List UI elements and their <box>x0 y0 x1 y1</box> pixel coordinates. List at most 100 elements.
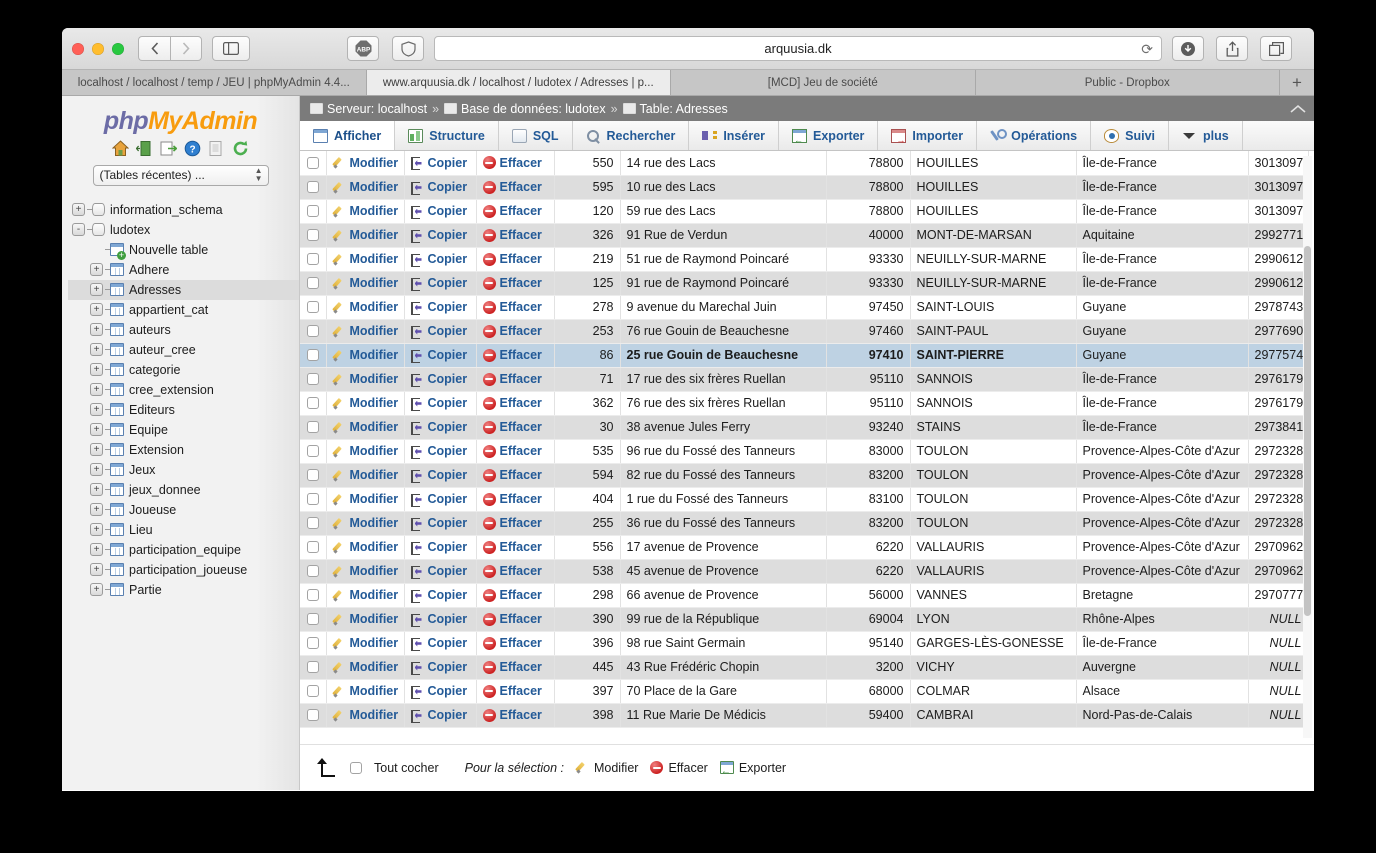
delete-row-cell[interactable]: Effacer <box>476 151 555 176</box>
row-city[interactable]: MONT-DE-MARSAN <box>910 223 1077 248</box>
table-row[interactable]: Modifier Copier Effacer 219 51 rue de Raymon… <box>300 247 1309 272</box>
row-zip[interactable]: 95110 <box>826 391 911 416</box>
nav-tab-structure[interactable]: Structure <box>395 121 499 150</box>
edit-row-cell[interactable]: Modifier <box>326 343 405 368</box>
copy-row-button[interactable]: Copier <box>410 516 470 531</box>
row-zip[interactable]: 78800 <box>826 175 911 200</box>
expand-node-icon[interactable]: + <box>90 483 103 496</box>
row-number[interactable]: 2972328 <box>1248 439 1309 464</box>
row-address[interactable]: 14 rue des Lacs <box>620 151 827 176</box>
edit-row-button[interactable]: Modifier <box>333 156 399 170</box>
row-city[interactable]: TOULON <box>910 511 1077 536</box>
row-number[interactable]: 2990612 <box>1248 247 1309 272</box>
row-address[interactable]: 43 Rue Frédéric Chopin <box>620 655 827 680</box>
copy-row-button[interactable]: Copier <box>410 228 470 243</box>
delete-row-cell[interactable]: Effacer <box>476 295 555 320</box>
delete-row-cell[interactable]: Effacer <box>476 247 555 272</box>
row-city[interactable]: GARGES-LÈS-GONESSE <box>910 631 1077 656</box>
table-row[interactable]: Modifier Copier Effacer 86 25 rue Gouin de B… <box>300 343 1309 368</box>
row-checkbox[interactable] <box>306 253 319 265</box>
delete-row-cell[interactable]: Effacer <box>476 631 555 656</box>
delete-row-cell[interactable]: Effacer <box>476 175 555 200</box>
table-row[interactable]: Modifier Copier Effacer 125 91 rue de Raymon… <box>300 271 1309 296</box>
row-id[interactable]: 398 <box>554 703 621 728</box>
copy-row-button[interactable]: Copier <box>410 396 470 411</box>
copy-row-button[interactable]: Copier <box>410 180 470 195</box>
edit-row-cell[interactable]: Modifier <box>326 583 405 608</box>
table-row[interactable]: Modifier Copier Effacer 255 36 rue du Fossé … <box>300 511 1309 536</box>
row-zip[interactable]: 6220 <box>826 559 911 584</box>
row-checkbox[interactable] <box>306 325 319 337</box>
row-checkbox-cell[interactable] <box>300 703 327 728</box>
expand-node-icon[interactable]: + <box>90 363 103 376</box>
edit-row-button[interactable]: Modifier <box>333 396 399 410</box>
copy-row-cell[interactable]: Copier <box>404 463 477 488</box>
nav-tab-importer[interactable]: Importer <box>878 121 978 150</box>
row-address[interactable]: 45 avenue de Provence <box>620 559 827 584</box>
copy-row-button[interactable]: Copier <box>410 324 470 339</box>
check-all-label[interactable]: Tout cocher <box>374 761 439 775</box>
privacy-shield-button[interactable] <box>392 36 424 61</box>
row-region[interactable]: Île-de-France <box>1076 631 1249 656</box>
sql-query-icon[interactable] <box>160 140 178 157</box>
row-number[interactable]: 3013097 <box>1248 151 1309 176</box>
tree-item-editeurs[interactable]: + Editeurs <box>68 400 299 420</box>
row-number[interactable]: NULL <box>1248 655 1309 680</box>
delete-row-button[interactable]: Effacer <box>482 252 548 266</box>
row-number[interactable]: 2972328 <box>1248 487 1309 512</box>
delete-row-cell[interactable]: Effacer <box>476 391 555 416</box>
row-address[interactable]: 98 rue Saint Germain <box>620 631 827 656</box>
row-number[interactable]: 2990612 <box>1248 271 1309 296</box>
row-checkbox-cell[interactable] <box>300 583 327 608</box>
refresh-icon[interactable] <box>232 140 249 157</box>
copy-row-cell[interactable]: Copier <box>404 607 477 632</box>
row-zip[interactable]: 6220 <box>826 535 911 560</box>
delete-row-button[interactable]: Effacer <box>482 300 548 314</box>
row-id[interactable]: 550 <box>554 151 621 176</box>
copy-row-button[interactable]: Copier <box>410 300 470 315</box>
edit-row-button[interactable]: Modifier <box>333 444 399 458</box>
row-id[interactable]: 255 <box>554 511 621 536</box>
nav-tab-exporter[interactable]: Exporter <box>779 121 879 150</box>
breadcrumb-table[interactable]: Table: Adresses <box>640 102 728 116</box>
check-all-checkbox[interactable] <box>350 761 362 774</box>
row-region[interactable]: Guyane <box>1076 319 1249 344</box>
edit-row-button[interactable]: Modifier <box>333 540 399 554</box>
back-button[interactable] <box>138 36 170 61</box>
row-address[interactable]: 59 rue des Lacs <box>620 199 827 224</box>
expand-node-icon[interactable]: + <box>90 503 103 516</box>
row-address[interactable]: 1 rue du Fossé des Tanneurs <box>620 487 827 512</box>
row-zip[interactable]: 78800 <box>826 151 911 176</box>
edit-row-button[interactable]: Modifier <box>333 636 399 650</box>
row-checkbox[interactable] <box>306 205 319 217</box>
table-row[interactable]: Modifier Copier Effacer 278 9 avenue du Mare… <box>300 295 1309 320</box>
help-icon[interactable]: ? <box>184 140 201 157</box>
row-region[interactable]: Rhône-Alpes <box>1076 607 1249 632</box>
row-id[interactable]: 71 <box>554 367 621 392</box>
row-zip[interactable]: 56000 <box>826 583 911 608</box>
row-city[interactable]: VICHY <box>910 655 1077 680</box>
row-id[interactable]: 556 <box>554 535 621 560</box>
row-number[interactable]: NULL <box>1248 679 1309 704</box>
edit-row-cell[interactable]: Modifier <box>326 415 405 440</box>
edit-row-cell[interactable]: Modifier <box>326 223 405 248</box>
row-region[interactable]: Provence-Alpes-Côte d'Azur <box>1076 559 1249 584</box>
delete-row-button[interactable]: Effacer <box>482 612 548 626</box>
delete-row-cell[interactable]: Effacer <box>476 223 555 248</box>
row-checkbox[interactable] <box>306 709 319 721</box>
row-number[interactable]: 2977574 <box>1248 343 1309 368</box>
vertical-scrollbar[interactable] <box>1303 156 1312 738</box>
row-address[interactable]: 9 avenue du Marechal Juin <box>620 295 827 320</box>
delete-row-cell[interactable]: Effacer <box>476 415 555 440</box>
edit-row-button[interactable]: Modifier <box>333 564 399 578</box>
row-number[interactable]: 2978743 <box>1248 295 1309 320</box>
row-region[interactable]: Auvergne <box>1076 655 1249 680</box>
expand-node-icon[interactable]: + <box>90 563 103 576</box>
copy-row-button[interactable]: Copier <box>410 660 470 675</box>
row-checkbox[interactable] <box>306 277 319 289</box>
row-checkbox[interactable] <box>306 613 319 625</box>
copy-row-cell[interactable]: Copier <box>404 511 477 536</box>
delete-row-button[interactable]: Effacer <box>482 324 548 338</box>
delete-row-button[interactable]: Effacer <box>482 348 548 362</box>
row-checkbox[interactable] <box>306 301 319 313</box>
